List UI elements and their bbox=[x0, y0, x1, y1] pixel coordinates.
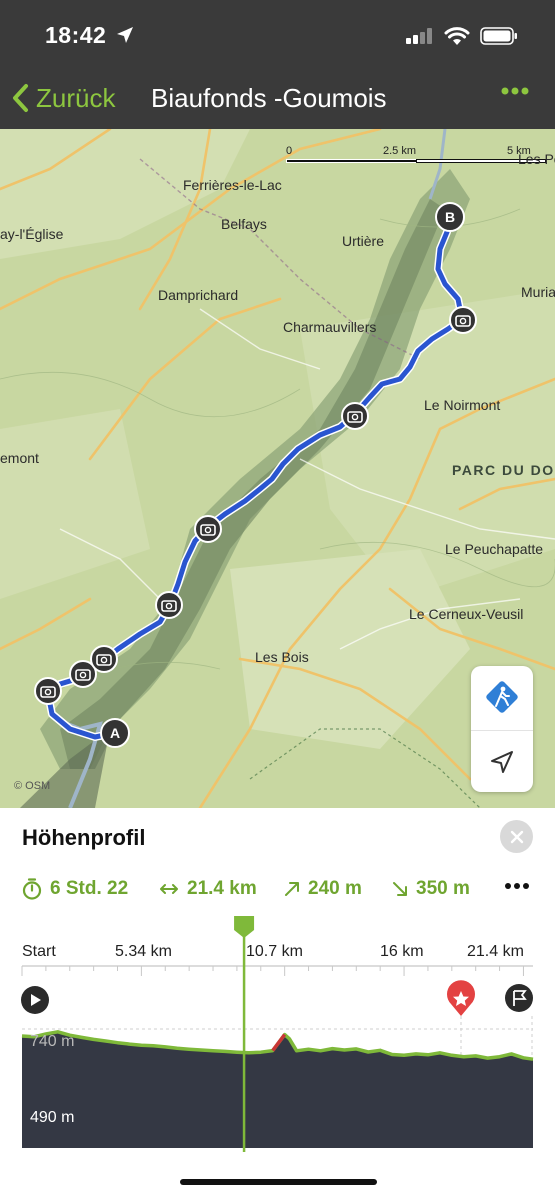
map-view[interactable]: B A 0 2.5 km 5 km Ferrières-le-Lac Belfa… bbox=[0, 129, 555, 808]
navigation-arrow-icon bbox=[491, 750, 513, 773]
stat-ascent: 240 m bbox=[284, 878, 362, 900]
location-arrow-icon bbox=[117, 27, 133, 43]
place-label: Ferrières-le-Lac bbox=[183, 177, 282, 193]
place-label: Le Peuchapatte bbox=[445, 541, 544, 557]
descent-arrow-icon bbox=[393, 882, 407, 896]
elevation-label-740: 740 m bbox=[30, 1033, 74, 1050]
x-tick-label: 10.7 km bbox=[246, 943, 303, 960]
park-label: PARC DU DO bbox=[452, 462, 555, 478]
stat-ascent-value: 240 m bbox=[308, 878, 362, 899]
stat-distance: 21.4 km bbox=[159, 878, 257, 900]
start-marker-label: A bbox=[110, 725, 120, 741]
stopwatch-icon bbox=[22, 878, 42, 900]
highlight-pin-icon[interactable] bbox=[447, 980, 475, 1016]
finish-flag-icon[interactable] bbox=[505, 984, 533, 1012]
camera-icon[interactable] bbox=[34, 677, 62, 705]
top-bar: 18:42 Zurück Biaufonds -Goumois bbox=[0, 0, 555, 129]
elevation-chart[interactable]: Start 5.34 km 10.7 km 16 km 21.4 km 740 … bbox=[0, 916, 555, 1156]
place-label: Les Po bbox=[518, 151, 555, 167]
place-label: Le Noirmont bbox=[424, 397, 501, 413]
place-label: Les Bois bbox=[255, 649, 309, 665]
cellular-signal-icon bbox=[406, 28, 432, 44]
sheet-title: Höhenprofil bbox=[22, 825, 146, 850]
stat-descent: 350 m bbox=[392, 878, 470, 900]
back-button[interactable]: Zurück bbox=[10, 78, 115, 118]
place-label: ay-l'Église bbox=[0, 226, 64, 242]
place-label: Muria bbox=[521, 284, 555, 300]
back-button-label: Zurück bbox=[36, 82, 116, 113]
stat-distance-value: 21.4 km bbox=[187, 878, 257, 899]
camera-icon[interactable] bbox=[155, 591, 183, 619]
stat-duration: 6 Std. 22 bbox=[22, 878, 128, 900]
x-axis-labels: Start 5.34 km 10.7 km 16 km 21.4 km bbox=[22, 943, 524, 960]
stat-duration-value: 6 Std. 22 bbox=[50, 878, 129, 899]
elevation-label-490: 490 m bbox=[30, 1109, 74, 1126]
close-icon bbox=[510, 830, 523, 843]
camera-icon[interactable] bbox=[449, 306, 477, 334]
tour-stats: 6 Std. 22 21.4 km 240 m 350 m bbox=[22, 878, 537, 902]
place-label: Damprichard bbox=[158, 287, 239, 303]
battery-icon bbox=[480, 27, 517, 45]
end-marker[interactable]: B bbox=[435, 202, 465, 232]
status-time: 18:42 bbox=[45, 22, 107, 48]
scale-label-mid: 2.5 km bbox=[383, 145, 417, 157]
start-marker[interactable]: A bbox=[100, 718, 130, 748]
place-label: Charmauvillers bbox=[283, 319, 377, 335]
chevron-left-icon bbox=[13, 84, 28, 112]
wifi-icon bbox=[444, 27, 470, 45]
map-controls bbox=[471, 666, 533, 792]
elevation-sheet: Höhenprofil 6 Std. 22 21.4 km 240 m 350 … bbox=[0, 808, 555, 1200]
place-label: emont bbox=[0, 450, 39, 466]
more-stats-icon[interactable] bbox=[504, 882, 530, 890]
home-indicator bbox=[180, 1179, 377, 1185]
camera-icon[interactable] bbox=[90, 645, 118, 673]
start-flag-icon[interactable] bbox=[21, 986, 49, 1014]
page-title: Biaufonds -Goumois bbox=[151, 83, 387, 113]
distance-arrows-icon bbox=[160, 884, 178, 894]
camera-icon[interactable] bbox=[341, 402, 369, 430]
map-attribution: © OSM bbox=[14, 780, 51, 792]
x-tick-label: 5.34 km bbox=[115, 943, 172, 960]
scale-label-0: 0 bbox=[286, 145, 293, 157]
x-tick-label: Start bbox=[22, 943, 56, 960]
x-tick-label: 16 km bbox=[380, 943, 424, 960]
close-button[interactable] bbox=[500, 820, 533, 853]
activity-mode-button[interactable] bbox=[471, 666, 533, 728]
stat-descent-value: 350 m bbox=[416, 878, 470, 899]
locate-me-button[interactable] bbox=[471, 730, 533, 792]
more-options-icon[interactable] bbox=[500, 86, 530, 96]
hiker-icon bbox=[486, 681, 518, 713]
place-label: Le Cerneux-Veusil bbox=[409, 606, 524, 622]
camera-icon[interactable] bbox=[194, 515, 222, 543]
x-tick-label: 21.4 km bbox=[467, 943, 524, 960]
end-marker-label: B bbox=[445, 209, 455, 225]
place-label: Urtière bbox=[342, 233, 385, 249]
ascent-arrow-icon bbox=[285, 882, 299, 896]
map-scale-bar: 0 2.5 km 5 km bbox=[286, 145, 555, 167]
x-axis-ticks bbox=[21, 966, 524, 976]
place-label: Belfays bbox=[221, 216, 267, 232]
elevation-area bbox=[22, 1031, 533, 1148]
